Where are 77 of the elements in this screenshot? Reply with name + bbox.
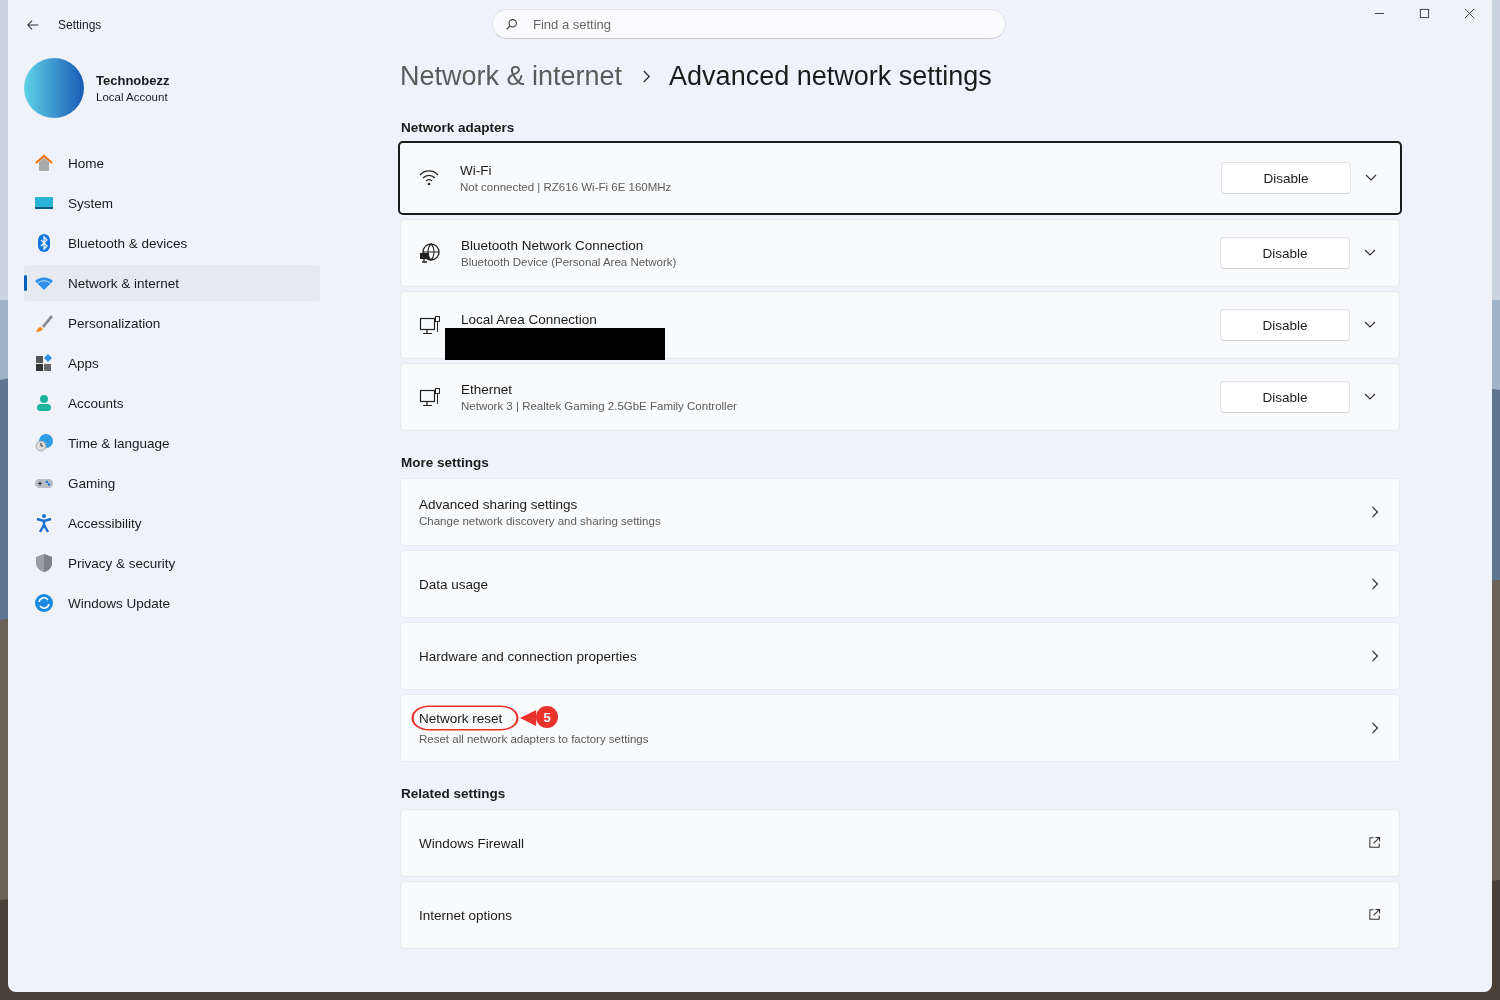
card-subtitle: Network 3 | Realtek Gaming 2.5GbE Family Controller <box>461 400 737 412</box>
monitor-icon <box>419 386 441 408</box>
update-icon <box>34 593 54 613</box>
chevron-down-icon[interactable] <box>1364 321 1376 329</box>
sidebar-item[interactable]: Bluetooth & devices <box>24 225 320 261</box>
sidebar-item[interactable]: Apps <box>24 345 320 381</box>
disable-button[interactable]: Disable <box>1220 237 1350 269</box>
setting-card[interactable]: Wi-Fi Not connected | RZ616 Wi-Fi 6E 160MHz Disable <box>398 141 1402 215</box>
monitor-icon <box>419 314 441 336</box>
disable-button[interactable]: Disable <box>1221 162 1351 194</box>
card-title: Local Area Connection <box>461 312 597 327</box>
sidebar-item[interactable]: System <box>24 185 320 221</box>
home-icon <box>34 153 54 173</box>
setting-card[interactable]: Bluetooth Network Connection Bluetooth Device (Personal Area Network) Disable <box>400 219 1400 287</box>
card-subtitle: Reset all network adapters to factory settings <box>419 733 649 745</box>
setting-card[interactable]: Ethernet Network 3 | Realtek Gaming 2.5GbE Family Controller Disable <box>400 363 1400 431</box>
pointer-arrow <box>520 709 538 727</box>
chevron-right-icon[interactable] <box>1371 578 1379 590</box>
setting-card[interactable]: Hardware and connection properties <box>400 622 1400 690</box>
card-title: Internet options <box>419 907 513 923</box>
sidebar-item[interactable]: Network & internet <box>24 265 320 301</box>
card-title: Hardware and connection properties <box>419 648 637 664</box>
card-title: Bluetooth Network Connection <box>461 238 644 253</box>
sidebar-item[interactable]: Time & language <box>24 425 320 461</box>
sidebar-item[interactable]: Home <box>24 145 320 181</box>
sidebar-item[interactable]: Windows Update <box>24 585 320 621</box>
sidebar-item[interactable]: Accessibility <box>24 505 320 541</box>
window-title: Settings <box>58 18 102 32</box>
chevron-down-icon[interactable] <box>1364 393 1376 401</box>
setting-card[interactable]: Advanced sharing settings Change network discovery and sharing settings <box>400 478 1400 546</box>
setting-card[interactable]: Local Area Connection Disable <box>400 291 1400 359</box>
shield-icon <box>34 553 54 573</box>
search-icon <box>505 18 518 31</box>
card-subtitle: Bluetooth Device (Personal Area Network) <box>461 256 677 268</box>
card-subtitle: Change network discovery and sharing settings <box>419 515 661 527</box>
chevron-down-icon[interactable] <box>1364 249 1376 257</box>
card-title: Windows Firewall <box>419 835 525 851</box>
avatar <box>24 58 84 118</box>
card-title: Data usage <box>419 576 489 592</box>
breadcrumb-parent[interactable]: Network & internet <box>400 60 623 92</box>
chevron-right-icon[interactable] <box>1371 650 1379 662</box>
card-title: Ethernet <box>461 382 513 397</box>
search-field[interactable]: Find a setting <box>492 9 1006 39</box>
sidebar-item[interactable]: Privacy & security <box>24 545 320 581</box>
disable-button[interactable]: Disable <box>1220 381 1350 413</box>
setting-card[interactable]: Internet options <box>400 881 1400 949</box>
card-title: Wi-Fi <box>460 163 492 178</box>
sidebar-item[interactable]: Accounts <box>24 385 320 421</box>
chevron-right-icon[interactable] <box>1371 722 1379 734</box>
card-subtitle: Not connected | RZ616 Wi-Fi 6E 160MHz <box>460 181 672 193</box>
clock-icon <box>34 433 54 453</box>
setting-card[interactable]: Windows Firewall <box>400 809 1400 877</box>
brush-icon <box>34 313 54 333</box>
chevron-right-icon <box>642 69 652 83</box>
person-icon <box>34 393 54 413</box>
sidebar-item[interactable]: Gaming <box>24 465 320 501</box>
external-link-icon[interactable] <box>1368 908 1381 921</box>
chevron-right-icon[interactable] <box>1371 506 1379 518</box>
external-link-icon[interactable] <box>1368 836 1381 849</box>
sidebar-item[interactable]: Personalization <box>24 305 320 341</box>
setting-card[interactable]: Data usage <box>400 550 1400 618</box>
section-heading: Network adapters <box>401 120 516 135</box>
section-heading: More settings <box>401 455 490 470</box>
section-heading: Related settings <box>401 786 507 801</box>
apps-icon <box>34 353 54 373</box>
globe-icon <box>419 242 441 264</box>
step-number: 5 <box>536 706 558 728</box>
setting-card[interactable]: Network reset Reset all network adapters to factory settings 5 <box>400 694 1400 762</box>
page-title: Advanced network settings <box>669 60 992 92</box>
account-type: Local Account <box>96 91 169 103</box>
back-arrow-icon[interactable] <box>26 18 40 32</box>
chevron-down-icon[interactable] <box>1365 174 1377 182</box>
account-name: Technobezz <box>96 73 170 88</box>
disable-button[interactable]: Disable <box>1220 309 1350 341</box>
card-title: Network reset <box>419 711 503 726</box>
access-icon <box>34 513 54 533</box>
card-title: Advanced sharing settings <box>419 497 578 512</box>
